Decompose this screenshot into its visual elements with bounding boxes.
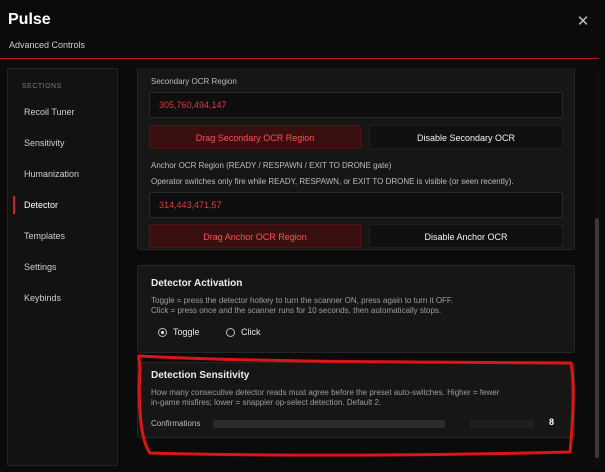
- sensitivity-desc-line2: in-game misfires; lower = snappier op-se…: [151, 398, 382, 407]
- sidebar-item-humanization[interactable]: Humanization: [8, 163, 117, 185]
- sidebar-item-templates[interactable]: Templates: [8, 225, 117, 247]
- secondary-ocr-label: Secondary OCR Region: [151, 77, 237, 86]
- radio-click-label: Click: [241, 327, 261, 337]
- app-subtitle: Advanced Controls: [9, 40, 86, 50]
- drag-secondary-ocr-button[interactable]: Drag Secondary OCR Region: [149, 125, 361, 149]
- radio-click-indicator: [226, 327, 235, 337]
- anchor-ocr-description: Operator switches only fire while READY,…: [151, 177, 514, 186]
- sidebar-item-label: Recoil Tuner: [24, 107, 75, 117]
- sections-label: SECTIONS: [22, 83, 62, 90]
- sidebar-item-sensitivity[interactable]: Sensitivity: [8, 132, 117, 154]
- drag-anchor-ocr-button[interactable]: Drag Anchor OCR Region: [149, 224, 361, 248]
- secondary-ocr-input[interactable]: 305,760,494,147: [149, 92, 563, 118]
- sidebar-item-label: Settings: [24, 262, 57, 272]
- disable-anchor-ocr-button[interactable]: Disable Anchor OCR: [369, 224, 563, 248]
- radio-toggle[interactable]: Toggle: [158, 327, 200, 337]
- sidebar: SECTIONS Recoil Tuner Sensitivity Humani…: [7, 68, 118, 466]
- content-panel: Secondary OCR Region 305,760,494,147 Dra…: [124, 68, 598, 466]
- close-icon: ✕: [576, 12, 590, 30]
- radio-click[interactable]: Click: [226, 327, 261, 337]
- sensitivity-title: Detection Sensitivity: [151, 370, 250, 381]
- sidebar-item-keybinds[interactable]: Keybinds: [8, 287, 117, 309]
- sidebar-item-label: Humanization: [24, 169, 80, 179]
- activation-desc-line1: Toggle = press the detector hotkey to tu…: [151, 296, 454, 305]
- sidebar-item-settings[interactable]: Settings: [8, 256, 117, 278]
- sidebar-item-detector[interactable]: Detector: [8, 194, 117, 216]
- sidebar-item-label: Templates: [24, 231, 66, 241]
- confirmations-slider-fill: [213, 420, 445, 428]
- sidebar-item-label: Keybinds: [24, 293, 62, 303]
- disable-secondary-ocr-button[interactable]: Disable Secondary OCR: [369, 125, 563, 149]
- confirmations-slider[interactable]: [213, 420, 445, 428]
- app-title: Pulse: [8, 11, 51, 28]
- radio-toggle-label: Toggle: [173, 327, 200, 337]
- activation-title: Detector Activation: [151, 278, 243, 289]
- anchor-ocr-input[interactable]: 314,443,471,57: [149, 192, 563, 218]
- scroll-thumb[interactable]: [595, 218, 599, 458]
- close-button[interactable]: ✕: [574, 12, 592, 30]
- sidebar-item-recoil-tuner[interactable]: Recoil Tuner: [8, 101, 117, 123]
- confirmations-value-track[interactable]: [470, 420, 534, 428]
- sidebar-item-label: Detector: [24, 200, 59, 210]
- detection-sensitivity-card: Detection Sensitivity How many consecuti…: [137, 362, 575, 438]
- detector-activation-card: Detector Activation Toggle = press the d…: [137, 265, 575, 353]
- sensitivity-desc-line1: How many consecutive detector reads must…: [151, 388, 500, 397]
- sidebar-item-label: Sensitivity: [24, 138, 65, 148]
- header-divider: [0, 58, 599, 59]
- radio-toggle-indicator: [158, 327, 167, 337]
- confirmations-label: Confirmations: [151, 419, 201, 428]
- activation-desc-line2: Click = press once and the scanner runs …: [151, 306, 442, 315]
- anchor-ocr-label: Anchor OCR Region (READY / RESPAWN / EXI…: [151, 161, 392, 170]
- confirmations-value: 8: [549, 417, 555, 427]
- ocr-regions-card: Secondary OCR Region 305,760,494,147 Dra…: [137, 68, 575, 250]
- content-scrollbar[interactable]: [594, 68, 600, 466]
